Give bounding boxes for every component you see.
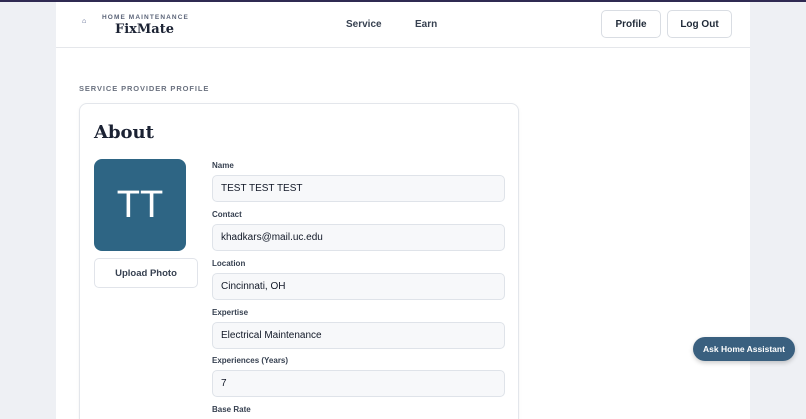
logout-button[interactable]: Log Out: [667, 10, 732, 38]
section-label: SERVICE PROVIDER PROFILE: [79, 84, 210, 93]
location-field[interactable]: [212, 273, 505, 300]
nav-earn[interactable]: Earn: [415, 19, 437, 30]
brand-subtitle: HOME MAINTENANCE: [102, 14, 189, 21]
base-rate-label: Base Rate: [212, 405, 251, 414]
contact-label: Contact: [212, 210, 242, 219]
ask-assistant-button[interactable]: Ask Home Assistant: [693, 337, 795, 361]
name-field[interactable]: [212, 175, 505, 202]
expertise-label: Expertise: [212, 308, 249, 317]
avatar: TT: [94, 159, 186, 251]
brand-name[interactable]: FixMate: [115, 22, 174, 37]
contact-field[interactable]: [212, 224, 505, 251]
experience-field[interactable]: [212, 370, 505, 397]
header: ⌂ HOME MAINTENANCE FixMate Service Earn …: [56, 2, 750, 48]
card-title: About: [94, 122, 154, 143]
about-card: About TT Upload Photo Name Contact Locat…: [79, 103, 519, 419]
expertise-field[interactable]: [212, 322, 505, 349]
house-icon[interactable]: ⌂: [82, 18, 90, 26]
name-label: Name: [212, 161, 234, 170]
upload-photo-button[interactable]: Upload Photo: [94, 258, 198, 288]
experience-label: Experiences (Years): [212, 356, 289, 365]
location-label: Location: [212, 259, 246, 268]
page-container: ⌂ HOME MAINTENANCE FixMate Service Earn …: [56, 2, 750, 419]
profile-button[interactable]: Profile: [601, 10, 661, 38]
nav-service[interactable]: Service: [346, 19, 382, 30]
